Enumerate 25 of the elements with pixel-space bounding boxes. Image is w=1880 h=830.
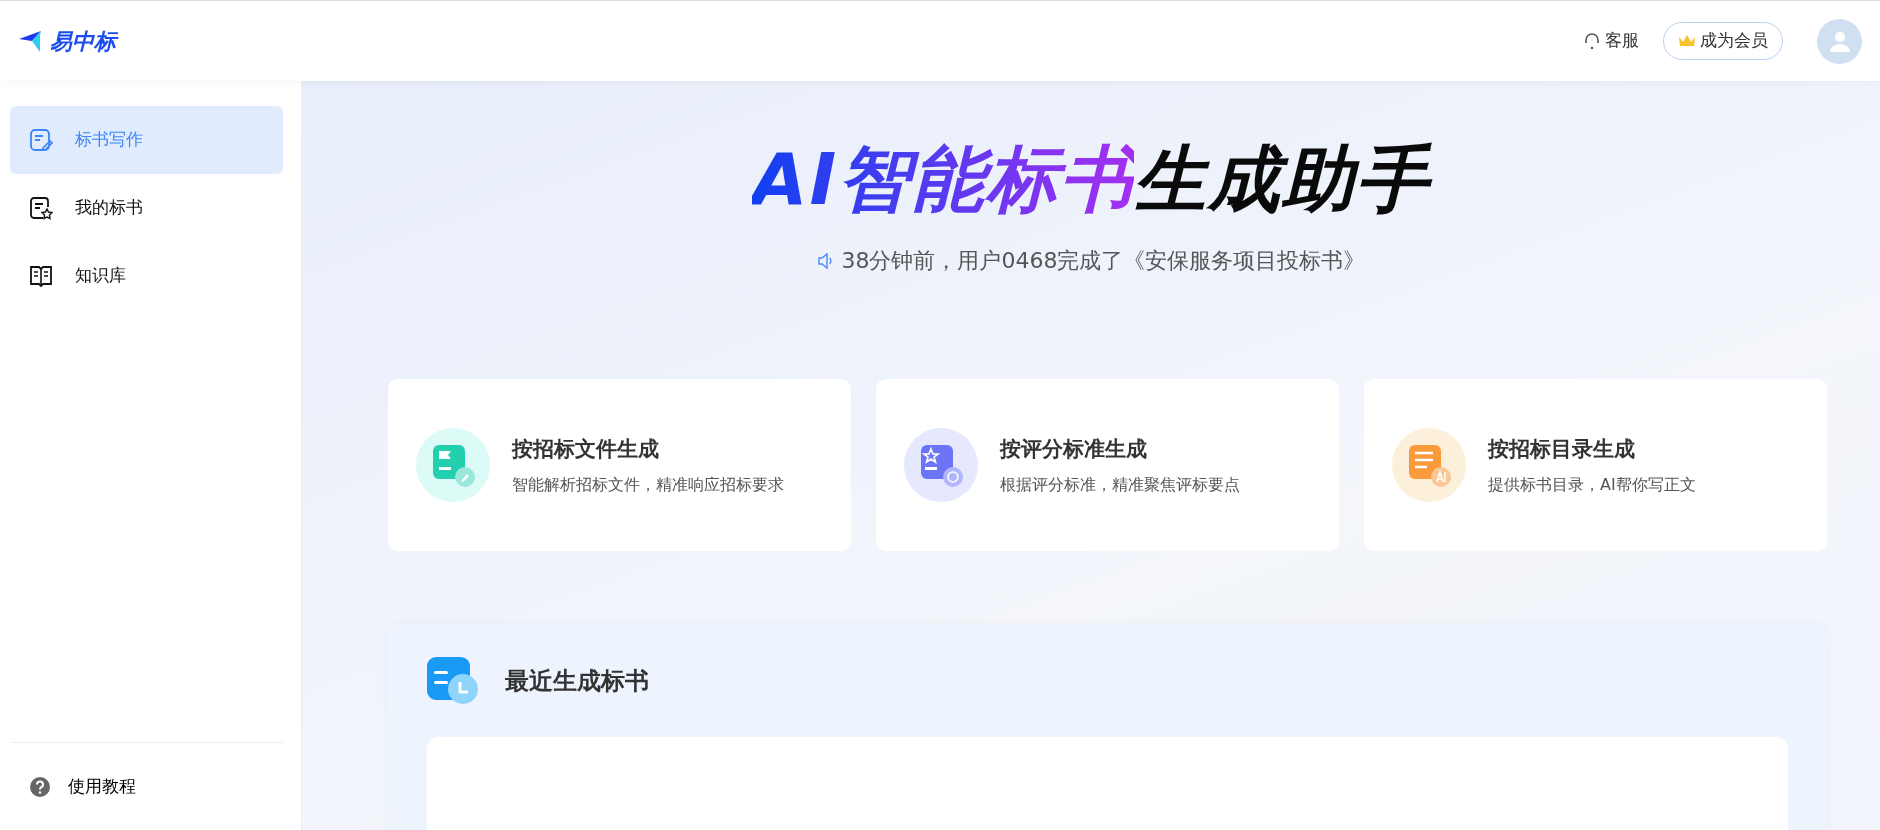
card-title: 按评分标准生成 bbox=[1000, 435, 1148, 463]
book-icon bbox=[29, 264, 53, 288]
card-title: 按招标目录生成 bbox=[1488, 435, 1636, 463]
generation-option-card[interactable]: 按招标目录生成 提供标书目录，AI帮你写正文 bbox=[1364, 379, 1827, 552]
crown-icon bbox=[1678, 33, 1696, 49]
card-description: 智能解析招标文件，精准响应招标要求 bbox=[512, 474, 784, 497]
list-clock-icon bbox=[427, 657, 479, 706]
card-title: 按招标文件生成 bbox=[512, 435, 660, 463]
help-icon bbox=[30, 776, 50, 797]
card-description: 根据评分标准，精准聚焦评标要点 bbox=[1000, 474, 1240, 497]
generation-option-card[interactable]: 按招标文件生成 智能解析招标文件，精准响应招标要求 bbox=[388, 379, 851, 552]
logo-icon bbox=[18, 29, 42, 53]
membership-button[interactable]: 成为会员 bbox=[1663, 22, 1783, 60]
sidebar-item[interactable]: 我的标书 bbox=[10, 174, 283, 242]
generation-option-card[interactable]: 按评分标准生成 根据评分标准，精准聚焦评标要点 bbox=[876, 379, 1339, 552]
tutorial-link[interactable]: 使用教程 bbox=[10, 742, 283, 830]
avatar[interactable] bbox=[1817, 18, 1862, 64]
speaker-icon bbox=[816, 252, 834, 269]
section-title: 最近生成标书 bbox=[505, 666, 649, 698]
starred-document-icon bbox=[29, 196, 53, 220]
activity-notice: 38分钟前，用户0468完成了《安保服务项目投标书》 bbox=[841, 247, 1366, 276]
customer-service-link[interactable]: 客服 bbox=[1577, 27, 1645, 55]
edit-document-icon bbox=[29, 128, 53, 152]
sidebar-item[interactable]: 知识库 bbox=[10, 242, 283, 310]
card-description: 提供标书目录，AI帮你写正文 bbox=[1488, 474, 1696, 497]
